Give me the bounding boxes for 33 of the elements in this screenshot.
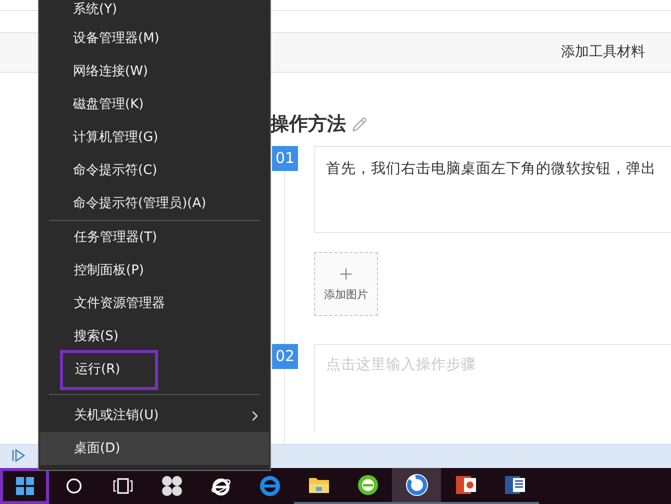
menu-item[interactable]: 网络连接(W)	[39, 55, 270, 88]
swirl-circle-icon	[404, 473, 428, 497]
windows-logo-icon	[16, 477, 34, 495]
taskbar-button[interactable]	[392, 468, 441, 504]
menu-item[interactable]: 关机或注销(U)	[40, 399, 269, 432]
menu-item[interactable]: 计算机管理(G)	[39, 121, 270, 154]
presentation-app-icon	[454, 474, 476, 496]
menu-item[interactable]: 设备管理器(M)	[39, 22, 270, 55]
menu-item[interactable]: 运行(R)	[60, 350, 158, 390]
taskbar-button[interactable]	[0, 468, 49, 504]
menu-item[interactable]: 桌面(D)	[40, 432, 269, 465]
add-materials-link[interactable]: 添加工具材料	[561, 42, 645, 63]
menu-item[interactable]: 系统(Y)	[39, 0, 270, 22]
menu-item[interactable]: 文件资源管理器	[40, 287, 269, 320]
task-view-icon	[112, 478, 132, 494]
menu-item[interactable]: 任务管理器(T)	[40, 221, 269, 254]
expand-arrow-icon[interactable]	[12, 448, 25, 462]
menu-item[interactable]: 搜索(S)	[40, 320, 269, 353]
document-app-icon	[504, 474, 526, 496]
menu-item[interactable]: 命令提示符(管理员)(A)	[39, 187, 270, 220]
globe-icon	[356, 474, 378, 496]
search-circle-icon	[66, 478, 82, 494]
folder-icon	[308, 476, 330, 494]
menu-item[interactable]: 命令提示符(C)	[39, 154, 270, 187]
add-image-button[interactable]: 添加图片	[314, 252, 378, 316]
step-number-badge: 02	[272, 344, 298, 369]
menu-item[interactable]: 控制面板(P)	[40, 254, 269, 287]
browser-swirl-icon	[258, 475, 280, 497]
section-title: 操作方法	[270, 112, 346, 137]
step-text-field[interactable]: 首先，我们右击电脑桌面左下角的微软按钮，弹出	[314, 146, 671, 233]
fan-icon	[160, 475, 182, 497]
menu-item[interactable]: 磁盘管理(K)	[39, 88, 270, 121]
step-number-badge: 01	[272, 146, 298, 171]
